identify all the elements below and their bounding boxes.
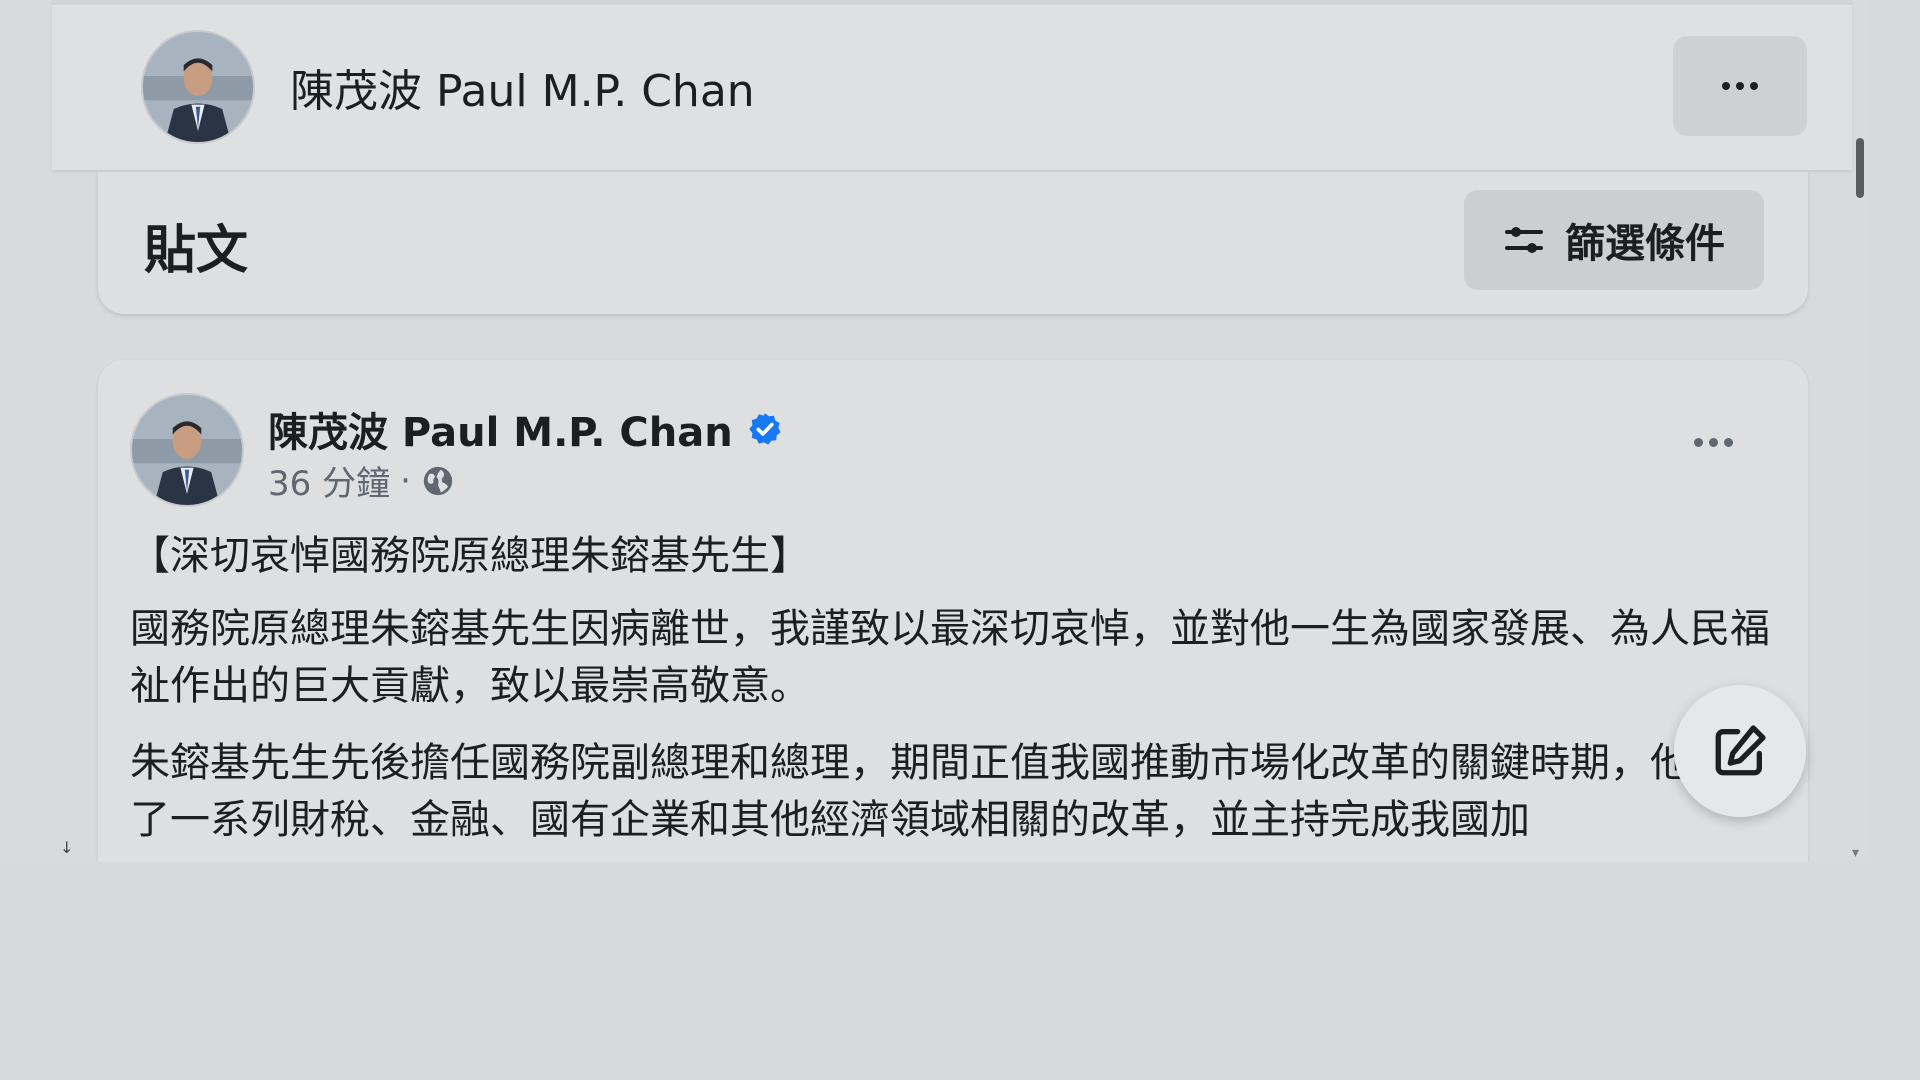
posts-section-header: 貼文 篩選條件 <box>98 172 1808 314</box>
post-meta: 36 分鐘 · <box>268 456 455 505</box>
scrollbar-thumb[interactable] <box>1856 138 1864 198</box>
scroll-down-arrow-icon[interactable]: ▾ <box>1852 845 1859 861</box>
compose-button[interactable] <box>1674 685 1806 817</box>
header-divider <box>52 0 1852 5</box>
post-paragraph: 國務院原總理朱鎔基先生因病離世，我謹致以最深切哀悼，並對他一生為國家發展、為人民… <box>130 606 1770 709</box>
ellipsis-icon <box>1722 82 1758 90</box>
post-card: 陳茂波 Paul M.P. Chan 36 分鐘 · 【深切哀悼國務院原總理朱鎔… <box>98 360 1808 862</box>
post-paragraph: 朱鎔基先生先後擔任國務院副總理和總理，期間正值我國推動市場化改革的關鍵時期，他推… <box>130 740 1770 843</box>
scrollbar[interactable]: ▾ <box>1850 0 1870 862</box>
meta-separator: · <box>400 460 411 501</box>
compose-icon <box>1715 725 1766 776</box>
post-timestamp[interactable]: 36 分鐘 <box>268 456 390 505</box>
profile-name[interactable]: 陳茂波 Paul M.P. Chan <box>290 55 755 119</box>
avatar-image <box>132 395 242 505</box>
post-body: 【深切哀悼國務院原總理朱鎔基先生】 國務院原總理朱鎔基先生因病離世，我謹致以最深… <box>130 528 1770 862</box>
filter-label: 篩選條件 <box>1565 221 1725 267</box>
posts-title: 貼文 <box>144 221 249 281</box>
globe-icon <box>423 466 453 495</box>
post-heading: 【深切哀悼國務院原總理朱鎔基先生】 <box>130 533 810 579</box>
post-author-row: 陳茂波 Paul M.P. Chan <box>268 400 783 458</box>
post-author-name[interactable]: 陳茂波 Paul M.P. Chan <box>268 400 733 458</box>
filter-button[interactable]: 篩選條件 <box>1464 190 1764 290</box>
avatar-image <box>143 32 253 142</box>
post-more-button[interactable] <box>1678 422 1748 462</box>
sliders-icon <box>1505 227 1543 253</box>
profile-avatar[interactable] <box>141 30 255 144</box>
profile-sticky-header: 陳茂波 Paul M.P. Chan <box>52 0 1852 170</box>
header-more-button[interactable] <box>1673 36 1807 136</box>
post-author-avatar[interactable] <box>130 393 244 507</box>
page-viewport: 陳茂波 Paul M.P. Chan 貼文 篩選條件 陳茂波 Paul M.P.… <box>0 0 1870 862</box>
ellipsis-icon <box>1693 437 1733 447</box>
verified-badge-icon <box>748 413 781 445</box>
scroll-indicator-icon: ↓ <box>60 838 74 857</box>
